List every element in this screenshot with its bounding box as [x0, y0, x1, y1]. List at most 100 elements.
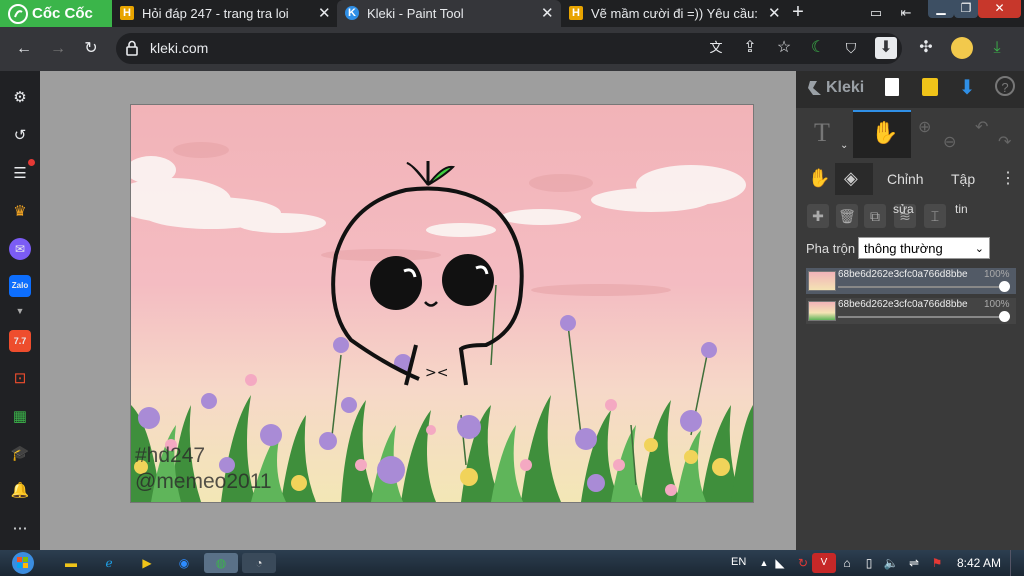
star-bookmark-icon[interactable]: ☆: [773, 37, 795, 59]
drawing-canvas[interactable]: >< #hd247 @memeo2011: [130, 104, 754, 503]
screen-capture-icon[interactable]: ▭: [865, 2, 887, 24]
language-indicator[interactable]: EN: [731, 556, 746, 568]
more-vertical-icon[interactable]: ⋮: [1000, 168, 1016, 188]
zoom-out-icon[interactable]: ⊖: [943, 132, 956, 152]
profile-avatar[interactable]: [951, 37, 973, 59]
opacity-slider-track: [838, 316, 1006, 318]
show-desktop-button[interactable]: [1010, 550, 1024, 576]
opacity-slider-knob[interactable]: [999, 311, 1010, 322]
text-tool-button[interactable]: T ⌄: [800, 112, 850, 156]
hand-icon: ✋: [871, 120, 899, 145]
watermark-line-1: #hd247: [135, 444, 206, 467]
open-folder-icon[interactable]: [922, 78, 938, 96]
file-explorer-icon[interactable]: ▬: [59, 553, 83, 573]
zalo-icon[interactable]: Zalo: [9, 275, 31, 297]
shield-icon[interactable]: ⛉: [840, 37, 862, 59]
undo-icon[interactable]: ↶: [975, 117, 988, 137]
history-icon[interactable]: ↺: [9, 125, 31, 147]
tab-adjust[interactable]: Chỉnh: [887, 171, 924, 187]
taskbar-clock[interactable]: 8:42 AM: [957, 556, 1001, 570]
layers-tab[interactable]: ◈: [835, 163, 873, 195]
downloads-icon[interactable]: ⤓: [986, 37, 1008, 59]
restore-window-button[interactable]: ❐: [954, 0, 978, 18]
back-list-icon[interactable]: ⇤: [895, 2, 917, 24]
layer-item[interactable]: 68be6d262e3cfc0a766d8bbe 100%: [806, 268, 1016, 294]
savior-download-icon[interactable]: ⬇: [875, 37, 897, 59]
kleki-app-name: Kleki: [826, 79, 865, 96]
settings-gear-icon[interactable]: ⚙: [9, 87, 31, 109]
shopee-icon[interactable]: 7.7: [9, 330, 31, 352]
forward-arrow-icon[interactable]: →: [47, 38, 69, 60]
layer-name: 68be6d262e3cfc0a766d8bbe: [838, 269, 968, 280]
help-icon[interactable]: ?: [995, 76, 1015, 96]
rename-layer-icon[interactable]: ⌶: [924, 204, 946, 228]
share-icon[interactable]: ⇪: [739, 37, 761, 59]
new-tab-button[interactable]: +: [787, 2, 809, 24]
tab-file[interactable]: Tập: [951, 171, 975, 187]
hoidap-favicon-icon: H: [569, 6, 583, 20]
windows-start-icon[interactable]: [8, 550, 38, 576]
messenger-icon[interactable]: ✉: [9, 238, 31, 260]
more-options-icon[interactable]: ⋯: [9, 518, 31, 540]
education-cap-icon[interactable]: 🎓: [9, 443, 31, 465]
tray-connection-icon[interactable]: ⇌: [902, 553, 926, 573]
chevron-down-icon: ⌄: [840, 140, 849, 151]
tray-v-icon[interactable]: V: [812, 553, 836, 573]
tray-device-icon[interactable]: ▯: [857, 553, 881, 573]
layout-grid-icon[interactable]: ▦: [9, 406, 31, 428]
lazada-icon[interactable]: ⊡: [9, 368, 31, 390]
tab-hoidap247[interactable]: H Hỏi đáp 247 - trang tra loi ✕: [112, 0, 337, 27]
chevron-down-icon[interactable]: ▼: [9, 300, 31, 322]
brand-name: Cốc Cốc: [32, 5, 93, 22]
blend-mode-select[interactable]: thông thường ⌄: [858, 237, 990, 259]
internet-explorer-icon[interactable]: ℯ: [97, 553, 121, 573]
save-download-icon[interactable]: ⬇: [957, 75, 977, 99]
watermark-line-2: @memeo2011: [135, 470, 272, 493]
dark-mode-icon[interactable]: ☾: [807, 37, 829, 59]
close-window-button[interactable]: ✕: [978, 0, 1021, 18]
tab-ve-mam-cuoi[interactable]: H Vẽ mầm cười đi =)) Yêu cầu: ✕: [561, 0, 786, 27]
coccoc-logo-button[interactable]: Cốc Cốc: [0, 0, 112, 27]
new-image-icon[interactable]: [885, 78, 899, 96]
extensions-puzzle-icon[interactable]: ✣: [915, 37, 937, 59]
delete-layer-trash-icon[interactable]: 🗑: [836, 204, 858, 228]
hand-tool-button[interactable]: ✋: [853, 110, 911, 158]
minimize-window-button[interactable]: ▁: [928, 0, 954, 18]
reading-list-icon[interactable]: ☰: [9, 163, 31, 185]
close-tab-icon[interactable]: ✕: [541, 4, 554, 22]
tray-network-icon[interactable]: ⌂: [835, 553, 859, 573]
tray-flag-icon[interactable]: ⚑: [925, 553, 949, 573]
tab-kleki[interactable]: K Kleki - Paint Tool ✕: [337, 0, 561, 27]
url-text[interactable]: kleki.com: [150, 40, 208, 56]
opacity-slider-knob[interactable]: [999, 281, 1010, 292]
notification-bell-icon[interactable]: 🔔: [9, 480, 31, 502]
add-layer-button[interactable]: ✚: [807, 204, 829, 228]
chevron-down-icon: ⌄: [974, 243, 984, 255]
svg-text:><: ><: [425, 365, 448, 381]
reload-icon[interactable]: ↻: [80, 38, 102, 60]
layer-item[interactable]: 68be6d262e3cfc0a766d8bbe 100%: [806, 298, 1016, 324]
tab-title: Vẽ mầm cười đi =)) Yêu cầu:: [591, 6, 758, 21]
zoom-in-icon[interactable]: ⊕: [918, 117, 931, 137]
layer-opacity: 100%: [984, 299, 1010, 310]
blend-mode-label: Pha trộn: [806, 241, 856, 256]
duplicate-layer-icon[interactable]: ⧉: [864, 204, 886, 228]
blend-mode-value: thông thường: [864, 241, 943, 256]
zoom-app-icon[interactable]: ◉: [172, 553, 196, 573]
coccoc-taskbar-icon[interactable]: ◍: [204, 553, 238, 573]
edit-label: sửa: [893, 202, 914, 216]
opacity-slider-track: [838, 286, 1006, 288]
layer-opacity: 100%: [984, 269, 1010, 280]
translate-icon[interactable]: 文: [705, 37, 727, 59]
media-player-icon[interactable]: ▶: [135, 553, 159, 573]
redo-icon[interactable]: ↷: [998, 132, 1011, 152]
close-tab-icon[interactable]: ✕: [318, 4, 331, 22]
crown-icon[interactable]: ♛: [9, 201, 31, 223]
close-tab-icon[interactable]: ✕: [768, 4, 781, 22]
layer-thumbnail: [808, 271, 836, 291]
back-arrow-icon[interactable]: ←: [13, 38, 35, 60]
hand-tab-icon[interactable]: ✋: [808, 168, 830, 189]
volume-speaker-icon[interactable]: 🔈: [879, 553, 903, 573]
app-taskbar-icon[interactable]: ◔: [242, 553, 276, 573]
tray-app-icon[interactable]: ◣: [768, 553, 792, 573]
